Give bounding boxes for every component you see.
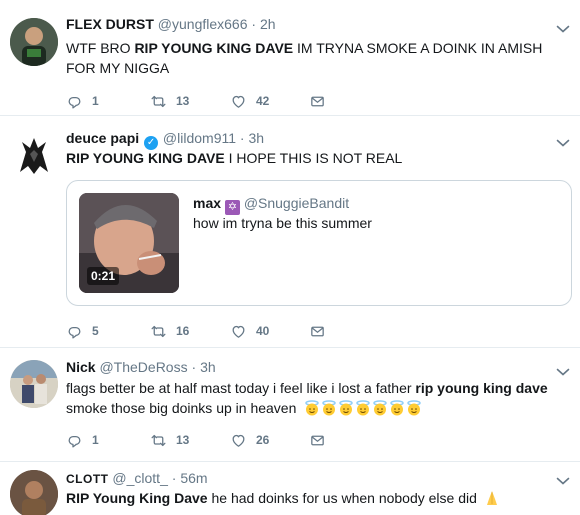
tweet-3[interactable]: Nick @TheDeRoss · 3h flags better be at … [0, 348, 580, 462]
angel-emoji-icon [338, 400, 354, 416]
quoted-handle[interactable]: @SnuggieBandit [244, 195, 349, 211]
timestamp[interactable]: 3h [248, 130, 264, 146]
reply-button[interactable]: 1 [66, 91, 99, 111]
text-segment: flags better be at half mast today i fee… [66, 380, 416, 396]
display-name[interactable]: FLEX DURST [66, 16, 154, 32]
like-count: 26 [256, 433, 270, 447]
heart-icon [230, 93, 247, 110]
tweet-header: deuce papi ✓ @lildom911 · 3h [66, 130, 264, 150]
chevron-down-icon[interactable] [556, 24, 570, 34]
dm-button[interactable] [309, 91, 326, 111]
user-handle[interactable]: @yungflex666 [158, 16, 248, 32]
video-duration: 0:21 [87, 267, 120, 285]
reply-icon [66, 432, 83, 449]
avatar[interactable] [10, 360, 58, 408]
tweet-2[interactable]: deuce papi ✓ @lildom911 · 3h RIP YOUNG K… [0, 116, 580, 348]
timestamp[interactable]: 3h [200, 359, 216, 375]
envelope-icon [309, 432, 326, 449]
display-name[interactable]: deuce papi [66, 130, 139, 146]
star-of-david-icon: ✡ [224, 200, 240, 215]
angel-emoji-icon [372, 400, 388, 416]
reply-count: 5 [92, 324, 99, 338]
separator: · [191, 359, 197, 375]
dm-button[interactable] [309, 321, 326, 341]
avatar[interactable] [10, 18, 58, 66]
quoted-display-name[interactable]: max [193, 195, 221, 211]
reply-button[interactable]: 1 [66, 430, 99, 450]
dm-button[interactable] [309, 430, 326, 450]
retweet-icon [150, 323, 167, 340]
retweet-button[interactable]: 16 [150, 321, 189, 341]
heart-icon [230, 323, 247, 340]
quoted-header: max ✡ @SnuggieBandit [193, 195, 349, 215]
tweet-4[interactable]: CLOTT @_clott_ · 56m RIP Young King Dave… [0, 462, 580, 515]
timestamp[interactable]: 2h [260, 16, 276, 32]
like-count: 40 [256, 324, 270, 338]
reply-button[interactable]: 5 [66, 321, 99, 341]
angel-emoji-icon [304, 400, 320, 416]
reply-count: 1 [92, 94, 99, 108]
angel-emoji-icon [355, 400, 371, 416]
retweet-icon [150, 93, 167, 110]
praying-hands-emoji-icon [486, 491, 497, 505]
angel-emoji-group [304, 400, 423, 416]
tweet-text: flags better be at half mast today i fee… [66, 378, 566, 418]
like-button[interactable]: 42 [230, 91, 269, 111]
text-bold-segment: rip young king dave [415, 380, 548, 396]
tweet-1[interactable]: FLEX DURST @yungflex666 · 2h WTF BRO RIP… [0, 0, 580, 116]
chevron-down-icon[interactable] [556, 476, 570, 486]
quoted-text: how im tryna be this summer [193, 215, 372, 231]
avatar[interactable] [10, 132, 58, 180]
tweet-header: Nick @TheDeRoss · 3h [66, 359, 216, 375]
retweet-count: 13 [176, 433, 190, 447]
reply-icon [66, 93, 83, 110]
chevron-down-icon[interactable] [556, 138, 570, 148]
text-segment: I HOPE THIS IS NOT REAL [224, 150, 403, 166]
user-handle[interactable]: @_clott_ [112, 470, 167, 486]
text-bold-segment: RIP YOUNG KING DAVE [134, 40, 294, 56]
tweet-text: WTF BRO RIP YOUNG KING DAVE IM TRYNA SMO… [66, 38, 566, 78]
separator: · [239, 130, 245, 146]
tweet-text: RIP YOUNG KING DAVE I HOPE THIS IS NOT R… [66, 148, 566, 168]
chevron-down-icon[interactable] [556, 367, 570, 377]
separator: · [251, 16, 257, 32]
separator: · [171, 470, 177, 486]
angel-emoji-icon [406, 400, 422, 416]
heart-icon [230, 432, 247, 449]
user-handle[interactable]: @lildom911 [163, 130, 236, 146]
envelope-icon [309, 93, 326, 110]
retweet-icon [150, 432, 167, 449]
text-bold-segment: RIP Young King Dave [66, 490, 208, 506]
like-count: 42 [256, 94, 270, 108]
avatar[interactable] [10, 470, 58, 515]
envelope-icon [309, 323, 326, 340]
text-segment: WTF BRO [66, 40, 135, 56]
video-thumbnail[interactable]: 0:21 [79, 193, 179, 293]
reply-count: 1 [92, 433, 99, 447]
retweet-count: 16 [176, 324, 190, 338]
quoted-tweet[interactable]: 0:21 max ✡ @SnuggieBandit how im tryna b… [66, 180, 572, 306]
angel-emoji-icon [389, 400, 405, 416]
user-handle[interactable]: @TheDeRoss [99, 359, 187, 375]
like-button[interactable]: 40 [230, 321, 269, 341]
timestamp[interactable]: 56m [180, 470, 207, 486]
tweet-header: FLEX DURST @yungflex666 · 2h [66, 16, 276, 32]
like-button[interactable]: 26 [230, 430, 269, 450]
text-segment: he had doinks for us when nobody else di… [207, 490, 477, 506]
display-name[interactable]: Nick [66, 359, 96, 375]
text-segment: smoke those big doinks up in heaven [66, 400, 297, 416]
retweet-button[interactable]: 13 [150, 91, 189, 111]
retweet-button[interactable]: 13 [150, 430, 189, 450]
tweet-header: CLOTT @_clott_ · 56m [66, 470, 208, 486]
angel-emoji-icon [321, 400, 337, 416]
reply-icon [66, 323, 83, 340]
tweet-text: RIP Young King Dave he had doinks for us… [66, 488, 566, 508]
retweet-count: 13 [176, 94, 190, 108]
text-bold-segment: RIP YOUNG KING DAVE [66, 150, 225, 166]
display-name[interactable]: CLOTT [66, 472, 109, 486]
